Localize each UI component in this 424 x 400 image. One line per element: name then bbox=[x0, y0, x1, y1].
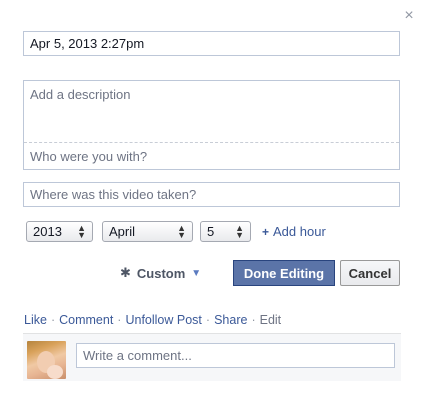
year-select[interactable]: 2013 ▲ ▼ bbox=[26, 221, 93, 242]
select-arrows-icon: ▲ ▼ bbox=[177, 222, 186, 240]
close-icon[interactable]: × bbox=[401, 8, 417, 24]
year-select-value: 2013 bbox=[33, 224, 62, 239]
description-input[interactable]: Add a description bbox=[24, 81, 399, 143]
gear-icon: ✱ bbox=[120, 265, 131, 280]
day-select-value: 5 bbox=[207, 224, 215, 239]
select-arrows-icon: ▲ ▼ bbox=[77, 222, 86, 240]
privacy-label: Custom bbox=[136, 265, 186, 281]
comment-composer: Write a comment... bbox=[23, 333, 401, 381]
plus-icon: + bbox=[262, 224, 270, 239]
comment-input[interactable]: Write a comment... bbox=[76, 343, 395, 368]
select-arrows-icon: ▲ ▼ bbox=[235, 222, 244, 240]
share-link[interactable]: Share bbox=[214, 313, 247, 327]
description-box: Add a description Who were you with? bbox=[23, 80, 400, 170]
privacy-selector[interactable]: ✱ Custom ▼ bbox=[120, 262, 201, 284]
user-avatar[interactable] bbox=[27, 341, 66, 379]
edit-link[interactable]: Edit bbox=[260, 313, 282, 327]
post-actions: Like · Comment · Unfollow Post · Share ·… bbox=[24, 313, 281, 327]
comment-link[interactable]: Comment bbox=[59, 313, 113, 327]
separator: · bbox=[117, 313, 122, 327]
like-link[interactable]: Like bbox=[24, 313, 47, 327]
add-hour-link[interactable]: + Add hour bbox=[262, 224, 326, 239]
month-select-value: April bbox=[109, 224, 136, 239]
day-select[interactable]: 5 ▲ ▼ bbox=[200, 221, 251, 242]
description-placeholder: Add a description bbox=[30, 87, 131, 102]
comment-placeholder: Write a comment... bbox=[83, 348, 192, 363]
add-hour-label: Add hour bbox=[273, 224, 326, 239]
separator: · bbox=[50, 313, 56, 327]
location-placeholder: Where was this video taken? bbox=[30, 187, 197, 202]
unfollow-post-link[interactable]: Unfollow Post bbox=[125, 313, 201, 327]
separator: · bbox=[251, 313, 256, 327]
month-select[interactable]: April ▲ ▼ bbox=[102, 221, 193, 242]
separator: · bbox=[205, 313, 211, 327]
done-editing-button[interactable]: Done Editing bbox=[233, 260, 335, 286]
tag-people-input[interactable]: Who were you with? bbox=[24, 143, 399, 169]
date-value: Apr 5, 2013 2:27pm bbox=[30, 36, 145, 51]
date-field[interactable]: Apr 5, 2013 2:27pm bbox=[23, 31, 400, 56]
location-input[interactable]: Where was this video taken? bbox=[23, 182, 400, 207]
avatar-baby bbox=[47, 365, 63, 379]
tag-people-placeholder: Who were you with? bbox=[30, 148, 148, 164]
cancel-button[interactable]: Cancel bbox=[340, 260, 400, 286]
caret-down-icon: ▼ bbox=[191, 267, 202, 279]
